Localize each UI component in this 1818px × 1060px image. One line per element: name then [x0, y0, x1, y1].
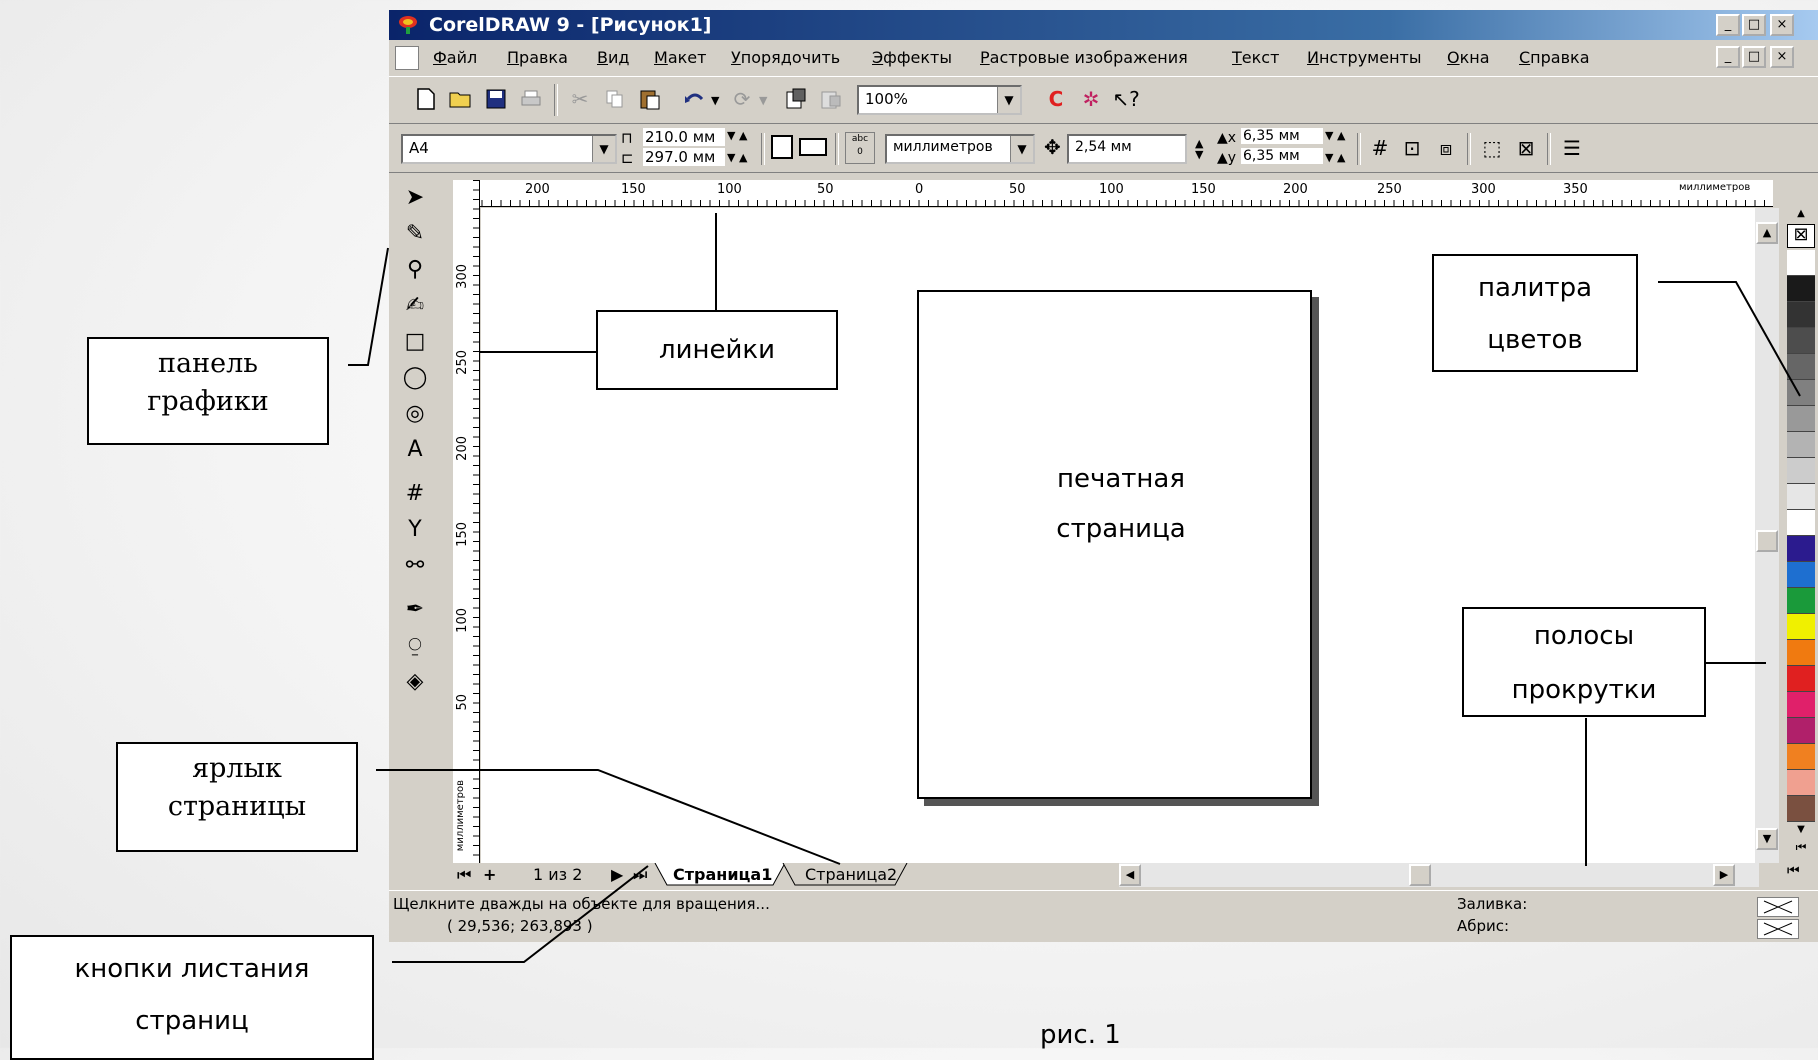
- callout-line: прокрутки: [1511, 675, 1657, 705]
- callout-line: страниц: [135, 1006, 249, 1036]
- callout-leader-lines: [348, 213, 1801, 963]
- callout-line: графики: [147, 386, 269, 417]
- callout-line: палитра: [1477, 273, 1593, 303]
- callout-line: печатная: [1056, 464, 1185, 494]
- callout-line: страница: [1056, 514, 1186, 544]
- callout-line: ярлык: [192, 753, 282, 784]
- callout-palette: палитра цветов: [1432, 254, 1638, 372]
- callout-print-page: печатная страница: [1010, 454, 1232, 546]
- callout-line: полосы: [1533, 621, 1635, 651]
- callout-line: линейки: [658, 335, 775, 365]
- figure-caption: рис. 1: [1040, 1020, 1121, 1050]
- callout-scrollbars: полосы прокрутки: [1462, 607, 1706, 717]
- callout-line: кнопки листания: [74, 954, 310, 984]
- callout-rulers: линейки: [596, 310, 838, 390]
- callout-line: цветов: [1487, 325, 1583, 355]
- callout-line: панель: [158, 348, 258, 379]
- callout-line: страницы: [167, 791, 307, 822]
- callout-page-tab: ярлык страницы: [116, 742, 358, 852]
- callout-graphics-panel: панель графики: [87, 337, 329, 445]
- callout-page-buttons: кнопки листания страниц: [10, 935, 374, 1060]
